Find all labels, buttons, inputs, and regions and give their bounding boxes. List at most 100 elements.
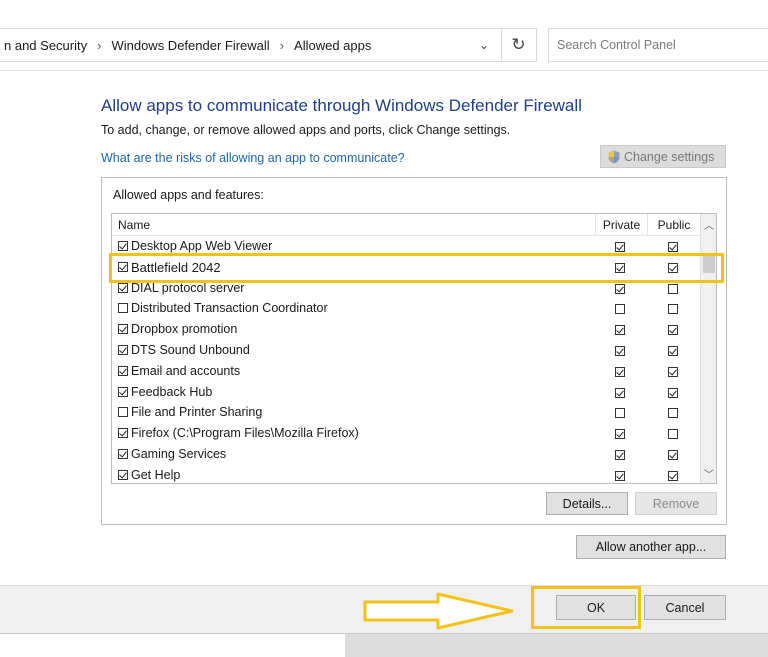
public-checkbox[interactable] [668,449,678,460]
public-cell [668,470,678,483]
details-button[interactable]: Details... [546,492,628,515]
app-name-cell: Gaming Services [118,447,226,461]
scroll-up-icon[interactable]: ︿ [701,216,716,232]
public-cell [668,428,678,442]
risks-help-link[interactable]: What are the risks of allowing an app to… [101,151,405,165]
app-name-cell: Distributed Transaction Coordinator [118,301,328,315]
public-checkbox[interactable] [668,387,678,398]
taskbar-right [345,634,768,657]
private-cell [615,303,625,317]
app-name-label: Desktop App Web Viewer [131,239,273,253]
breadcrumb-separator-icon[interactable]: › [91,38,107,53]
private-checkbox[interactable] [615,283,625,294]
list-item[interactable]: Get Help [112,465,700,483]
app-name-cell: Email and accounts [118,364,240,378]
uac-shield-icon [608,150,620,163]
app-enabled-checkbox[interactable] [118,407,128,418]
highlight-box-battlefield [109,253,724,283]
header-divider [0,70,768,71]
private-checkbox[interactable] [615,449,625,460]
public-checkbox[interactable] [668,429,678,440]
breadcrumb: n and Security › Windows Defender Firewa… [0,29,375,61]
app-name-cell: Feedback Hub [118,385,212,399]
list-item[interactable]: File and Printer Sharing [112,402,700,423]
breadcrumb-allowed-apps[interactable]: Allowed apps [290,38,375,53]
public-checkbox[interactable] [668,283,678,294]
public-checkbox[interactable] [668,408,678,419]
address-bar[interactable]: n and Security › Windows Defender Firewa… [0,28,537,62]
private-checkbox[interactable] [615,387,625,398]
private-cell [615,366,625,380]
column-header-name[interactable]: Name [118,218,150,232]
app-enabled-checkbox[interactable] [118,469,128,480]
private-cell [615,324,625,338]
public-cell [668,283,678,297]
public-cell [668,407,678,421]
public-cell [668,345,678,359]
list-item[interactable]: DTS Sound Unbound [112,340,700,361]
public-cell [668,449,678,463]
app-name-cell: DTS Sound Unbound [118,343,250,357]
private-checkbox[interactable] [615,408,625,419]
private-cell [615,345,625,359]
private-cell [615,407,625,421]
right-arrow-icon [363,592,514,630]
public-cell [668,387,678,401]
public-checkbox[interactable] [668,345,678,356]
private-checkbox[interactable] [615,366,625,377]
breadcrumb-system-security[interactable]: n and Security [0,38,91,53]
private-checkbox[interactable] [615,242,625,252]
app-name-label: DTS Sound Unbound [131,342,250,357]
column-header-public[interactable]: Public [647,214,700,236]
list-item[interactable]: Email and accounts [112,361,700,382]
public-checkbox[interactable] [668,325,678,336]
refresh-icon[interactable]: ↻ [501,29,535,61]
list-item[interactable]: Gaming Services [112,444,700,465]
app-name-cell: Get Help [118,468,180,482]
private-checkbox[interactable] [615,304,625,315]
scroll-down-icon[interactable]: ﹀ [701,465,716,481]
search-input[interactable]: Search Control Panel [548,28,768,62]
public-cell [668,366,678,380]
app-name-cell: Firefox (C:\Program Files\Mozilla Firefo… [118,426,359,440]
breadcrumb-firewall[interactable]: Windows Defender Firewall [107,38,273,53]
allowed-apps-group: Allowed apps and features: Name Private … [101,177,727,525]
app-enabled-checkbox[interactable] [118,241,128,251]
app-enabled-checkbox[interactable] [118,282,128,293]
app-enabled-checkbox[interactable] [118,365,128,376]
column-header-private[interactable]: Private [595,214,647,236]
app-name-cell: File and Printer Sharing [118,405,262,419]
list-item[interactable]: Dropbox promotion [112,319,700,340]
list-item[interactable]: Firefox (C:\Program Files\Mozilla Firefo… [112,423,700,444]
list-header: Name Private Public [112,214,700,236]
chevron-down-icon[interactable]: ⌄ [470,29,498,61]
app-name-label: Gaming Services [131,446,227,461]
page-title: Allow apps to communicate through Window… [101,96,582,115]
app-enabled-checkbox[interactable] [118,428,128,439]
list-item[interactable]: Feedback Hub [112,382,700,403]
private-checkbox[interactable] [615,325,625,336]
private-checkbox[interactable] [615,345,625,356]
breadcrumb-separator-icon[interactable]: › [274,38,290,53]
public-checkbox[interactable] [668,470,678,481]
list-item[interactable]: Distributed Transaction Coordinator [112,298,700,319]
private-checkbox[interactable] [615,429,625,440]
app-enabled-checkbox[interactable] [118,386,128,397]
app-name-label: Distributed Transaction Coordinator [131,301,328,316]
app-enabled-checkbox[interactable] [118,448,128,459]
public-checkbox[interactable] [668,242,678,252]
app-enabled-checkbox[interactable] [118,324,128,335]
change-settings-label: Change settings [624,149,715,164]
window-top-strip [0,0,768,28]
private-cell [615,428,625,442]
app-enabled-checkbox[interactable] [118,303,128,314]
public-checkbox[interactable] [668,366,678,377]
page-subtitle: To add, change, or remove allowed apps a… [101,123,511,137]
public-checkbox[interactable] [668,304,678,315]
private-checkbox[interactable] [615,470,625,481]
cancel-button[interactable]: Cancel [644,595,726,620]
allow-another-app-button[interactable]: Allow another app... [576,535,726,559]
remove-button[interactable]: Remove [635,492,717,515]
change-settings-button[interactable]: Change settings [600,145,726,168]
app-enabled-checkbox[interactable] [118,344,128,355]
